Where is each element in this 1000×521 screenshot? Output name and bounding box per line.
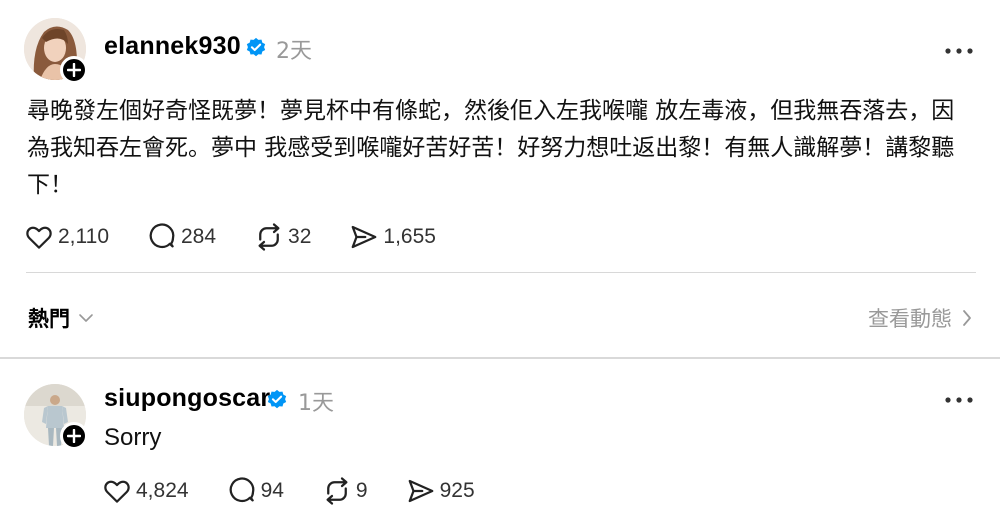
post-text: Sorry (104, 424, 162, 451)
view-activity-link[interactable]: 查看動態 (868, 303, 972, 333)
post-time: 2天 (276, 39, 312, 64)
follow-plus-icon[interactable] (60, 56, 88, 84)
chevron-down-icon (79, 314, 93, 322)
avatar-siupongoscar[interactable] (24, 384, 88, 450)
share-count: 1,655 (383, 225, 436, 248)
repost-count: 9 (355, 479, 368, 502)
chevron-right-icon (963, 310, 971, 326)
share-icon (352, 225, 377, 249)
divider (26, 272, 976, 273)
more-icon[interactable] (944, 395, 974, 405)
share-button[interactable]: 925 (406, 476, 475, 506)
replies-header: 熱門 查看動態 (0, 295, 1000, 343)
repost-icon (258, 223, 280, 251)
like-button[interactable]: 4,824 (102, 476, 189, 506)
like-count: 2,110 (58, 225, 109, 248)
comment-icon (229, 477, 254, 503)
action-bar: 4,824 94 9 925 (102, 476, 513, 506)
post-siupongoscar: siupongoscar 1天 Sorry 4,824 94 9 925 (0, 362, 1000, 521)
username[interactable]: elannek930 (104, 32, 241, 61)
action-bar: 2,110 284 32 1,655 (24, 222, 474, 252)
comment-count: 284 (181, 225, 217, 248)
avatar-elannek930[interactable] (24, 18, 88, 84)
share-icon (408, 479, 433, 503)
view-activity-label: 查看動態 (868, 307, 952, 331)
more-icon[interactable] (944, 46, 974, 56)
sort-label: 熱門 (28, 307, 70, 331)
repost-button[interactable]: 9 (322, 476, 368, 506)
follow-plus-icon[interactable] (60, 422, 88, 450)
like-button[interactable]: 2,110 (24, 222, 109, 252)
username[interactable]: siupongoscar (104, 384, 270, 413)
like-count: 4,824 (136, 479, 189, 502)
share-button[interactable]: 1,655 (349, 222, 436, 252)
post-text: 尋晚發左個好奇怪既夢！夢見杯中有條蛇，然後佢入左我喉嚨 放左毒液，但我無吞落去，… (27, 98, 955, 198)
comment-icon (149, 223, 175, 249)
verified-badge-icon (246, 37, 266, 57)
post-elannek930: elannek930 2天 尋晚發左個好奇怪既夢！夢見杯中有條蛇，然後佢入左我喉… (0, 0, 1000, 285)
repost-button[interactable]: 32 (254, 222, 311, 252)
comment-button[interactable]: 284 (147, 222, 216, 252)
verified-badge-icon (267, 389, 287, 409)
post-time: 1天 (298, 391, 334, 416)
repost-count: 32 (288, 225, 312, 248)
comment-button[interactable]: 94 (227, 476, 284, 506)
heart-icon (26, 226, 52, 249)
section-divider (0, 357, 1000, 359)
share-count: 925 (439, 479, 475, 502)
heart-icon (104, 480, 130, 503)
sort-dropdown[interactable]: 熱門 (28, 303, 94, 333)
comment-count: 94 (260, 479, 284, 502)
repost-icon (326, 477, 348, 505)
